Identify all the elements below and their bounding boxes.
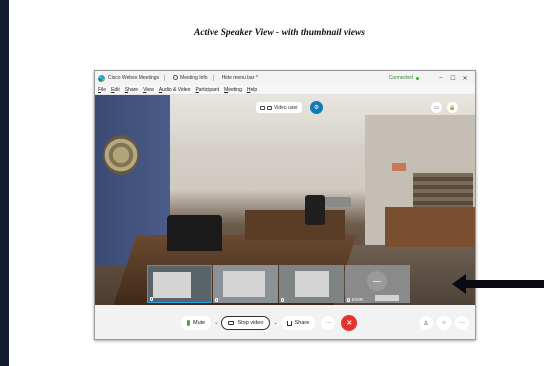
grid-layout-icon <box>260 105 265 110</box>
menu-file[interactable]: File <box>98 87 106 93</box>
layout-toggle-button[interactable]: ▭ <box>431 102 442 113</box>
avatar <box>367 271 387 291</box>
lock-icon: 🔒 <box>449 104 456 111</box>
annotation-arrow-icon <box>452 274 544 294</box>
connection-status-label: Connected <box>388 75 413 81</box>
end-icon: ✕ <box>346 320 353 327</box>
video-layout-button[interactable]: Video user <box>256 102 302 113</box>
webex-logo-icon <box>98 74 105 82</box>
video-red-sign <box>392 163 406 171</box>
thumbnail-blur <box>153 272 191 298</box>
thumbnail-4[interactable]: EOIR <box>345 265 410 303</box>
mic-icon <box>347 297 350 302</box>
slide-caption: Active Speaker View - with thumbnail vie… <box>193 28 365 38</box>
more-icon: ··· <box>325 320 332 326</box>
minimize-button[interactable]: – <box>435 75 447 82</box>
share-button[interactable]: Share <box>280 316 316 330</box>
camera-icon <box>228 321 235 325</box>
thumbnail-2[interactable] <box>213 265 278 303</box>
meeting-info-label: Meeting Info <box>180 75 208 81</box>
title-divider <box>164 75 166 81</box>
title-divider <box>212 75 214 81</box>
settings-shield-button[interactable]: ⚙ <box>310 101 323 114</box>
speaker-layout-icon <box>267 105 272 110</box>
mute-label: Mute <box>193 320 206 326</box>
hide-menu-bar-button[interactable]: Hide menu bar ^ <box>222 75 259 81</box>
menu-share[interactable]: Share <box>125 87 138 93</box>
video-chair <box>167 215 222 251</box>
menu-bar: File Edit Share View Audio & Video Parti… <box>95 85 475 95</box>
close-button[interactable]: ✕ <box>459 75 471 82</box>
mute-options-chevron-icon[interactable]: ⌄ <box>214 320 218 326</box>
video-clerk-desk <box>245 210 345 240</box>
menu-meeting[interactable]: Meeting <box>224 87 242 93</box>
arrow-shape <box>452 274 544 294</box>
thumbnail-label <box>215 298 220 302</box>
mic-icon <box>281 298 284 302</box>
panel-more-icon: ··· <box>459 320 465 326</box>
thumbnail-blur <box>295 271 329 297</box>
video-layout-label: Video user <box>274 104 298 111</box>
menu-help[interactable]: Help <box>247 87 257 93</box>
chat-icon: ○ <box>442 320 446 326</box>
thumbnail-label <box>150 297 155 301</box>
microphone-icon <box>187 320 190 326</box>
thumbnail-blur <box>375 295 399 301</box>
menu-edit[interactable]: Edit <box>111 87 120 93</box>
chat-button[interactable]: ○ <box>437 316 451 330</box>
participants-icon: ♙ <box>423 320 429 327</box>
thumbnail-name: EOIR <box>352 297 364 302</box>
slide-background: Active Speaker View - with thumbnail vie… <box>9 0 550 366</box>
thumbnail-label: EOIR <box>347 297 363 302</box>
mic-icon <box>215 298 218 302</box>
mic-icon <box>150 297 153 301</box>
participants-button[interactable]: ♙ <box>419 316 433 330</box>
end-meeting-button[interactable]: ✕ <box>341 315 358 331</box>
thumbnail-1[interactable] <box>147 265 212 303</box>
connected-dot-icon <box>416 76 419 80</box>
video-options-chevron-icon[interactable]: ⌄ <box>273 320 277 326</box>
court-seal-icon <box>103 135 139 175</box>
menu-view[interactable]: View <box>143 87 154 93</box>
menu-audio-video[interactable]: Audio & Video <box>159 87 191 93</box>
connection-status: Connected <box>389 75 419 81</box>
maximize-button[interactable]: ☐ <box>447 75 459 82</box>
info-icon <box>173 75 179 80</box>
menu-participant[interactable]: Participant <box>195 87 219 93</box>
lock-button[interactable]: 🔒 <box>447 102 458 113</box>
video-right-desk <box>385 207 475 247</box>
stop-video-label: Stop video <box>237 320 264 326</box>
meeting-control-bar: Mute ⌄ Stop video ⌄ Share ··· ✕ ♙ ○ ··· <box>95 305 475 339</box>
thumbnail-blur <box>223 271 265 297</box>
share-label: Share <box>294 320 310 326</box>
stop-video-button[interactable]: Stop video <box>221 316 271 330</box>
mute-button[interactable]: Mute <box>181 316 212 330</box>
thumbnail-3[interactable] <box>279 265 344 303</box>
app-title: Cisco Webex Meetings <box>108 75 160 81</box>
video-chair <box>305 195 325 225</box>
panel-more-button[interactable]: ··· <box>455 316 469 330</box>
layout-icon: ▭ <box>434 104 439 111</box>
meeting-info-button[interactable]: Meeting Info <box>173 75 208 81</box>
thumbnail-strip: EOIR <box>147 265 410 303</box>
title-bar: Cisco Webex Meetings Meeting Info Hide m… <box>95 71 475 85</box>
share-icon <box>286 320 292 326</box>
avatar-placeholder <box>373 280 381 282</box>
shield-icon: ⚙ <box>313 105 320 111</box>
window-controls: – ☐ ✕ <box>435 75 471 82</box>
more-options-button[interactable]: ··· <box>321 316 336 330</box>
active-speaker-video: Video user ⚙ ▭ 🔒 EOIR <box>95 95 475 305</box>
thumbnail-label <box>281 298 286 302</box>
webex-window: Cisco Webex Meetings Meeting Info Hide m… <box>94 70 476 340</box>
